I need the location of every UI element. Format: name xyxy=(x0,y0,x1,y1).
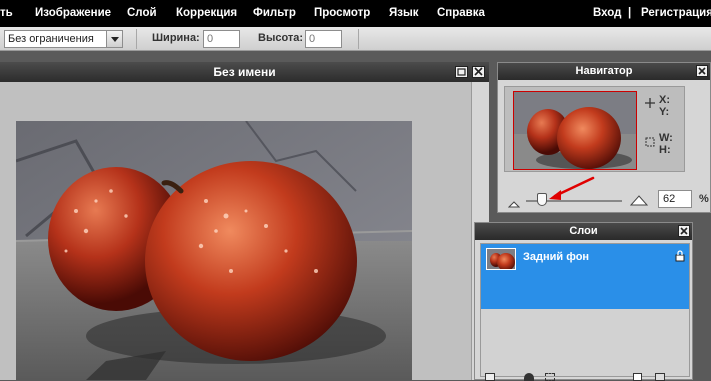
width-label: Ширина: xyxy=(152,32,200,44)
layers-panel: Слои Задний фон xyxy=(474,222,693,381)
canvas-image[interactable] xyxy=(16,121,412,380)
menu-language[interactable]: Язык xyxy=(389,0,419,27)
layers-title-bar[interactable]: Слои xyxy=(475,223,692,240)
navigator-thumbnail[interactable] xyxy=(513,91,637,170)
options-bar: Без ограничения Ширина: 0 Высота: 0 xyxy=(0,27,711,51)
layer-item[interactable]: Задний фон xyxy=(481,244,689,309)
zoom-controls: 62 % xyxy=(504,176,709,210)
register-link[interactable]: Регистрация xyxy=(641,0,711,27)
close-icon[interactable] xyxy=(696,65,708,77)
navigator-panel: Навигатор X: Y: W: H: 62 % xyxy=(497,62,711,213)
menu-filter[interactable]: Фильтр xyxy=(253,0,296,27)
w-label: W: xyxy=(659,132,673,144)
menu-adjustments[interactable]: Коррекция xyxy=(176,0,237,27)
navigator-title-bar[interactable]: Навигатор xyxy=(498,63,710,80)
lock-icon[interactable] xyxy=(675,249,685,262)
menu-help[interactable]: Справка xyxy=(437,0,485,27)
zoom-unit: % xyxy=(699,193,709,205)
document-title: Без имени xyxy=(213,65,276,79)
selection-size-icon xyxy=(644,135,656,147)
login-link[interactable]: Вход xyxy=(593,0,621,27)
layer-name: Задний фон xyxy=(523,251,590,263)
layers-title: Слои xyxy=(569,225,598,237)
zoom-in-icon[interactable] xyxy=(629,193,649,206)
y-label: Y: xyxy=(659,106,670,118)
annotation-arrow xyxy=(549,176,595,200)
crosshair-icon xyxy=(644,96,656,108)
zoom-slider-handle[interactable] xyxy=(537,193,547,206)
maximize-icon[interactable] xyxy=(455,66,468,78)
height-field[interactable]: 0 xyxy=(305,30,342,48)
layers-list: Задний фон xyxy=(480,243,690,377)
h-label: H: xyxy=(659,144,671,156)
x-label: X: xyxy=(659,94,670,106)
layer-thumbnail xyxy=(486,248,516,270)
navigator-title: Навигатор xyxy=(575,65,633,77)
height-label: Высота: xyxy=(258,32,304,44)
divider xyxy=(358,29,359,49)
close-icon[interactable] xyxy=(472,66,485,78)
menu-view[interactable]: Просмотр xyxy=(314,0,370,27)
zoom-out-icon[interactable] xyxy=(507,195,521,208)
navigator-preview[interactable]: X: Y: W: H: xyxy=(504,86,685,172)
width-field[interactable]: 0 xyxy=(203,30,240,48)
constraint-select[interactable]: Без ограничения xyxy=(4,30,123,48)
document-title-bar[interactable]: Без имени xyxy=(0,62,489,82)
constraint-value: Без ограничения xyxy=(8,33,94,45)
chevron-down-icon[interactable] xyxy=(106,31,122,47)
menu-image[interactable]: Изображение xyxy=(35,0,111,27)
divider xyxy=(136,29,137,49)
zoom-field[interactable]: 62 xyxy=(658,190,692,208)
menu-layer[interactable]: Слой xyxy=(127,0,157,27)
close-icon[interactable] xyxy=(678,225,690,237)
menu-file[interactable]: ть xyxy=(0,0,13,27)
menu-separator: | xyxy=(628,7,632,19)
menu-bar: ть Изображение Слой Коррекция Фильтр Про… xyxy=(0,0,711,27)
